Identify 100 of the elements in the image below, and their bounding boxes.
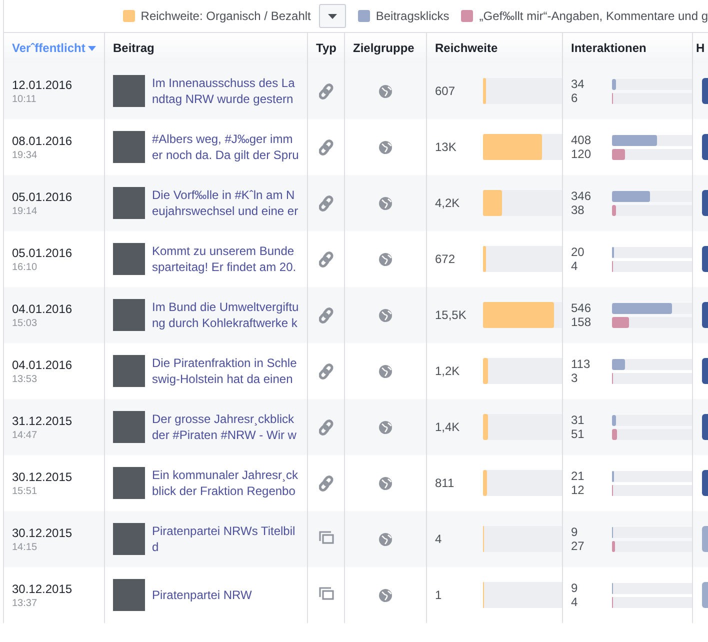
boost-button[interactable]: [702, 358, 708, 384]
date-text: 08.01.2016: [12, 134, 72, 148]
boost-button[interactable]: [702, 78, 708, 104]
post-link[interactable]: Ein kommunaler Jahresr¸ck blick der Fraktion Regenbo: [152, 467, 298, 499]
photo-placeholder: [113, 355, 145, 387]
clicks-value: 546: [571, 301, 592, 315]
sort-caret-icon: [88, 46, 96, 50]
legend-label: „Gef‰llt mir“-Angaben, Kommentare und g: [479, 9, 708, 23]
clicks-value: 20: [571, 245, 586, 259]
photo-placeholder: [113, 467, 145, 499]
time-text: 19:14: [12, 206, 38, 216]
globe-icon: [379, 140, 392, 154]
globe-icon: [379, 532, 392, 546]
boost-button[interactable]: [702, 302, 708, 328]
link-icon: [318, 194, 334, 212]
photo-placeholder: [113, 131, 145, 163]
date-text: 05.01.2016: [12, 190, 72, 204]
post-link[interactable]: Der grosse Jahresr¸ckblick der #Piraten #NRW - Wir w: [152, 411, 296, 443]
photo-placeholder: [113, 411, 145, 443]
time-text: 15:03: [12, 318, 38, 328]
time-text: 14:47: [12, 430, 38, 440]
post-link[interactable]: Piratenpartei NRWs Titelbil d: [152, 523, 296, 555]
likes-value: 3: [571, 371, 579, 385]
time-text: 13:53: [12, 374, 38, 384]
boost-button[interactable]: [702, 134, 708, 160]
likes-value: 4: [571, 259, 579, 273]
link-icon: [318, 362, 334, 380]
boost-button[interactable]: [702, 470, 708, 496]
reach-value: 607: [435, 84, 456, 98]
column-header[interactable]: H: [693, 33, 708, 63]
legend-label: Beitragsklicks: [376, 9, 450, 23]
clicks-value: 408: [571, 133, 592, 147]
post-link[interactable]: Kommt zu unserem Bunde sparteitag! Er findet am 20.: [152, 243, 296, 275]
boost-button[interactable]: [702, 190, 708, 216]
clicks-value: 21: [571, 469, 586, 483]
post-link[interactable]: Die Vorf‰lle in #Kˆln am N eujahrswechsel und eine er: [152, 187, 298, 219]
date-text: 30.12.2015: [12, 582, 72, 596]
photo-placeholder: [113, 187, 145, 219]
dropdown-button[interactable]: [318, 4, 346, 28]
likes-value: 27: [571, 539, 586, 553]
globe-icon: [379, 476, 392, 490]
likes-value: 6: [571, 91, 579, 105]
photo-placeholder: [113, 75, 145, 107]
link-icon: [318, 82, 334, 100]
date-text: 31.12.2015: [12, 414, 72, 428]
link-icon: [318, 418, 334, 436]
post-link[interactable]: #Albers weg, #J‰ger imm er noch da. Da gilt der Spru: [152, 131, 299, 163]
likes-value: 158: [571, 315, 592, 329]
time-text: 16:10: [12, 262, 38, 272]
reach-value: 1: [435, 588, 443, 602]
date-text: 30.12.2015: [12, 470, 72, 484]
likes-value: 120: [571, 147, 592, 161]
legend-label: Reichweite: Organisch / Bezahlt: [140, 9, 311, 23]
clicks-value: 34: [571, 77, 586, 91]
date-text: 12.01.2016: [12, 78, 72, 92]
clicks-value: 9: [571, 525, 579, 539]
clicks-value: 31: [571, 413, 586, 427]
time-text: 10:11: [12, 94, 38, 104]
date-text: 04.01.2016: [12, 302, 72, 316]
link-icon: [318, 306, 334, 324]
globe-icon: [379, 364, 392, 378]
time-text: 19:34: [12, 150, 38, 160]
time-text: 13:37: [12, 598, 38, 608]
photo-placeholder: [113, 299, 145, 331]
globe-icon: [379, 308, 392, 322]
post-link[interactable]: Im Bund die Umweltvergiftu ng durch Kohlekraftwerke k: [152, 299, 299, 331]
globe-icon: [379, 252, 392, 266]
globe-icon: [379, 196, 392, 210]
link-icon: [318, 250, 334, 268]
photo-placeholder: [113, 579, 145, 611]
globe-icon: [379, 84, 392, 98]
globe-icon: [379, 420, 392, 434]
date-text: 04.01.2016: [12, 358, 72, 372]
reach-value: 13K: [435, 140, 458, 154]
reach-value: 1,2K: [435, 364, 461, 378]
date-text: 30.12.2015: [12, 526, 72, 540]
time-text: 14:15: [12, 542, 38, 552]
likes-value: 38: [571, 203, 586, 217]
date-text: 05.01.2016: [12, 246, 72, 260]
link-icon: [318, 138, 334, 156]
post-link[interactable]: Im Innenausschuss des La ndtag NRW wurde gestern: [152, 75, 295, 107]
clicks-value: 9: [571, 581, 579, 595]
time-text: 15:51: [12, 486, 38, 496]
clicks-value: 346: [571, 189, 592, 203]
boost-button[interactable]: [702, 246, 708, 272]
likes-value: 51: [571, 427, 586, 441]
globe-icon: [379, 588, 392, 602]
reach-value: 672: [435, 252, 456, 266]
reach-value: 15,5K: [435, 308, 468, 322]
photo-placeholder: [113, 243, 145, 275]
reach-value: 4,2K: [435, 196, 461, 210]
post-link[interactable]: Die Piratenfraktion in Schle swig-Holstein hat da einen: [152, 355, 297, 387]
boost-button[interactable]: [702, 414, 708, 440]
reach-value: 4: [435, 532, 443, 546]
clicks-value: 113: [571, 357, 592, 371]
likes-value: 4: [571, 595, 579, 609]
photo-placeholder: [113, 523, 145, 555]
post-link[interactable]: Piratenpartei NRW: [152, 587, 252, 603]
caret-icon: [328, 14, 337, 18]
reach-value: 811: [435, 476, 456, 490]
